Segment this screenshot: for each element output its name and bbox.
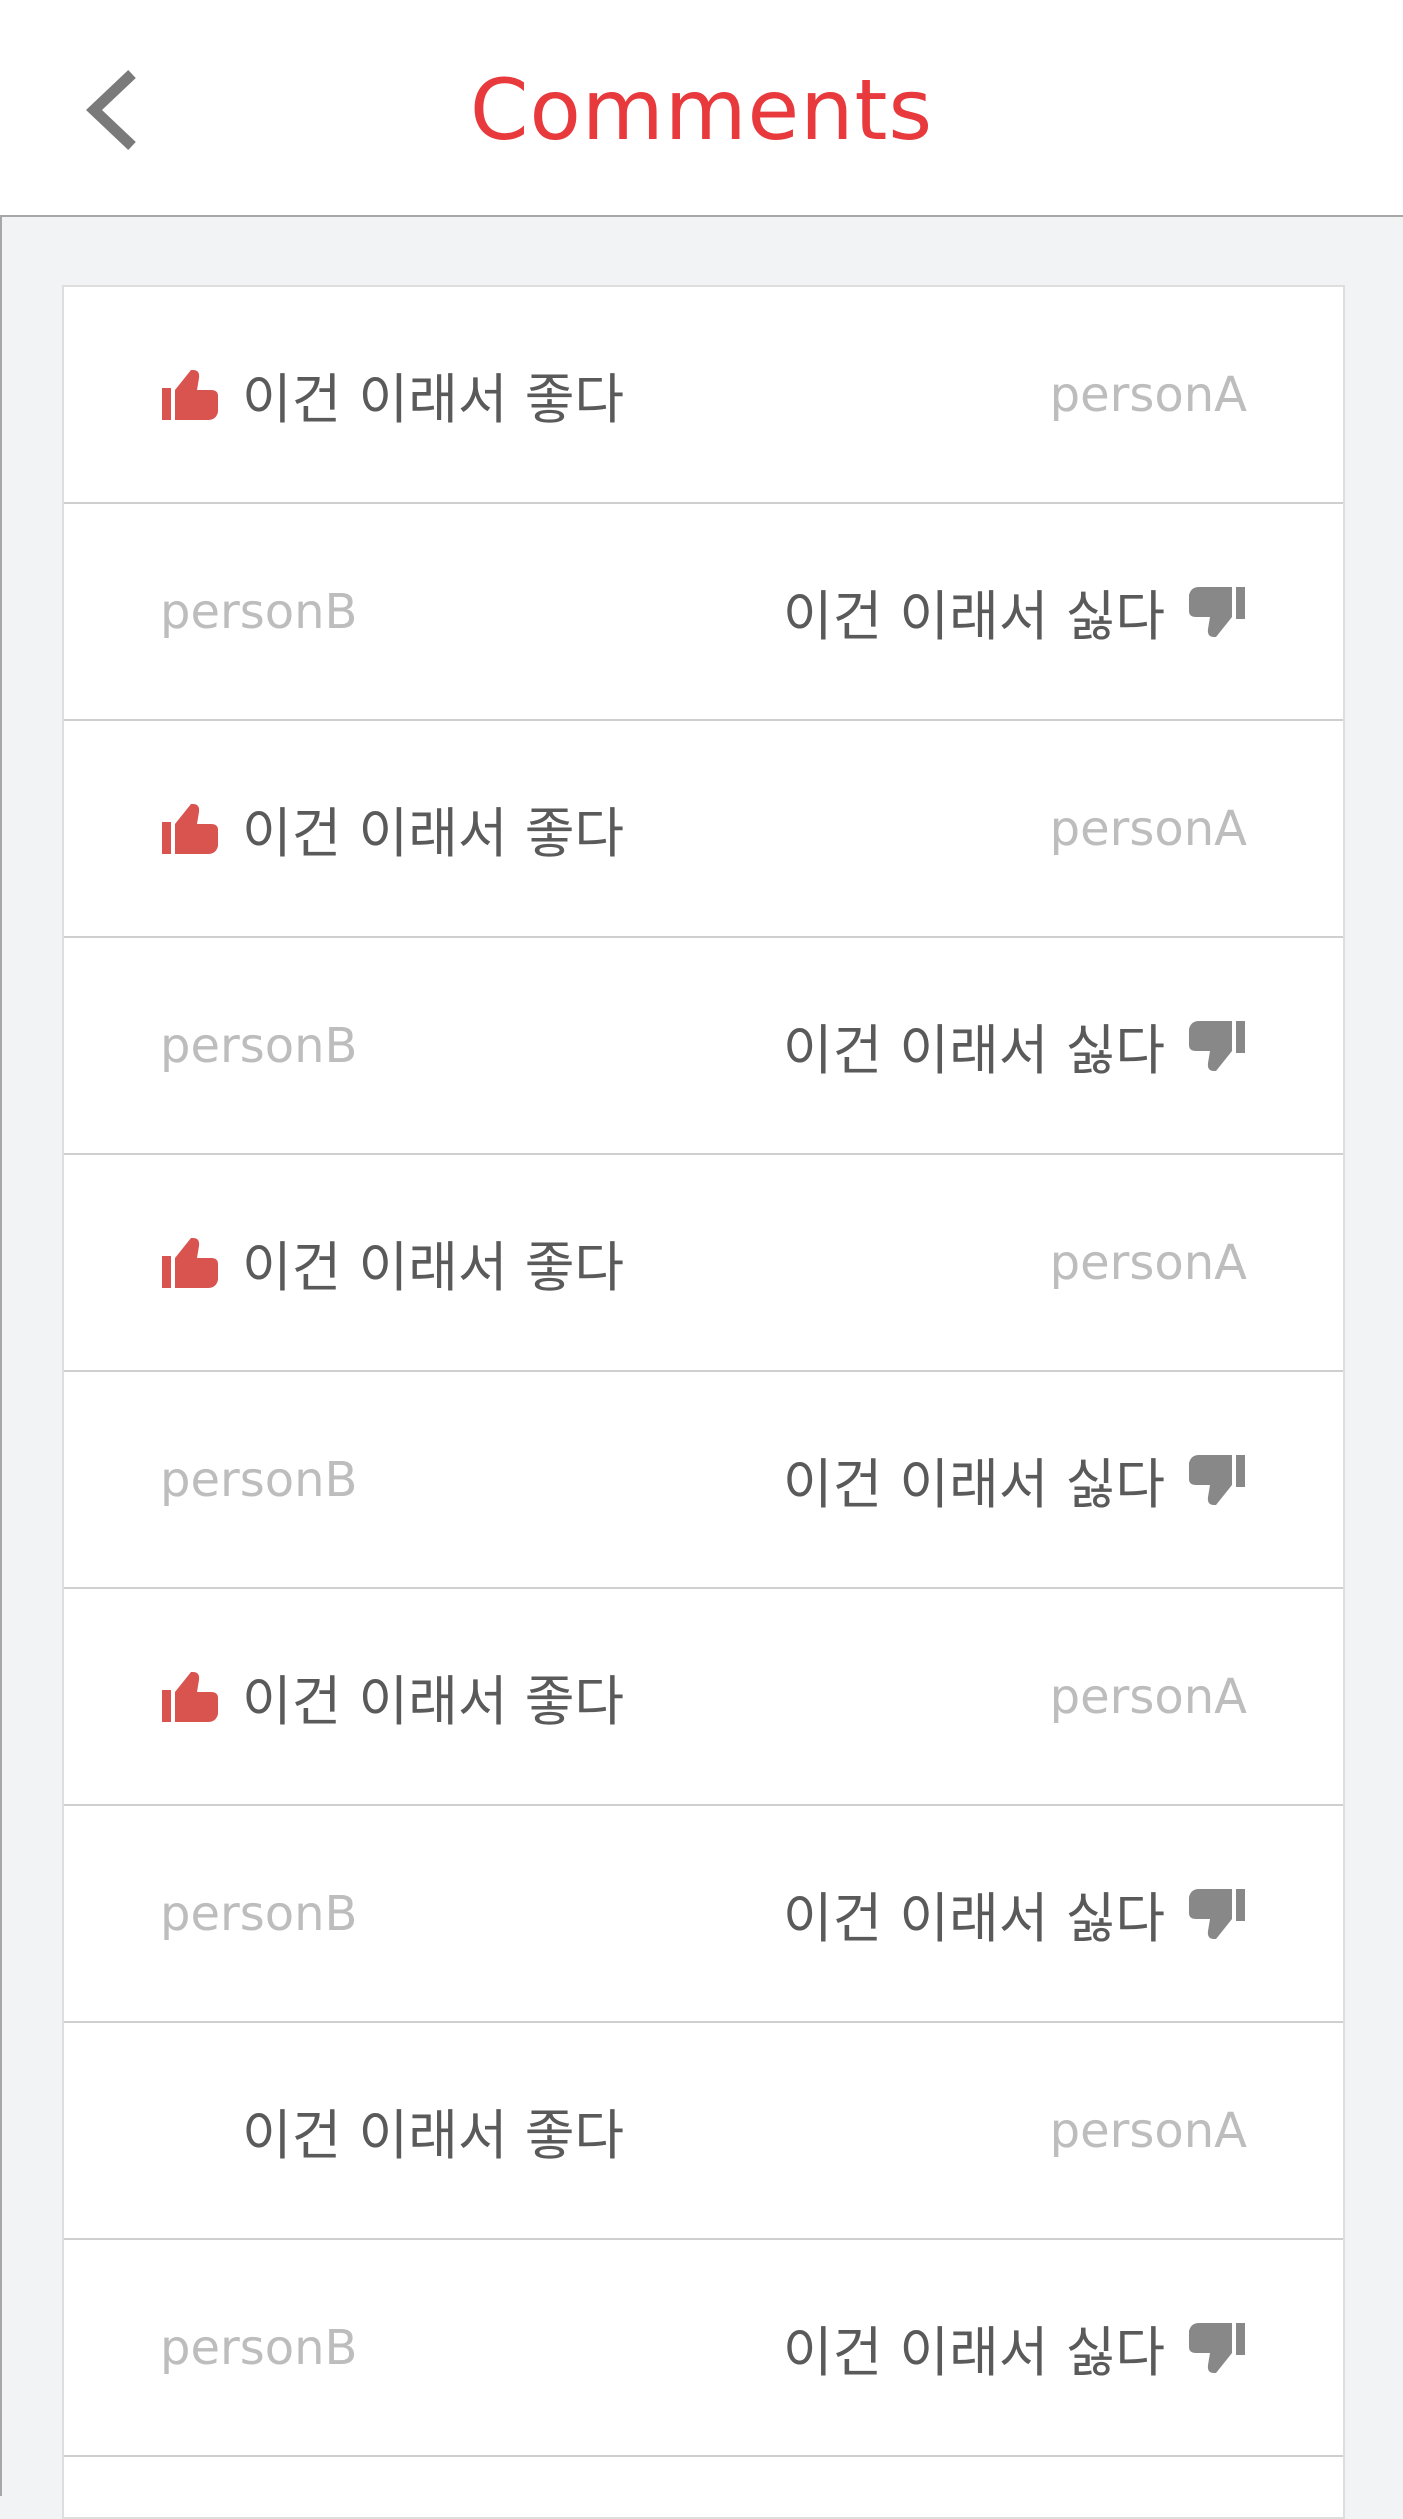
comment-row[interactable]: 이건 이래서 좋다 personA — [64, 1155, 1343, 1372]
thumbs-down-icon — [1187, 585, 1247, 639]
comment-content: 이건 이래서 싫다 — [783, 1806, 1247, 2021]
comment-row[interactable]: 이건 이래서 싫다 personB — [64, 2240, 1343, 2457]
comment-content: 이건 이래서 좋다 — [160, 287, 624, 502]
comment-text: 이건 이래서 좋다 — [242, 2104, 625, 2167]
comment-author: personB — [160, 1451, 358, 1508]
comment-row[interactable]: 이건 이래서 싫다 personB — [64, 1806, 1343, 2023]
comment-row[interactable]: 이건 이래서 좋다 personA — [64, 2023, 1343, 2240]
comment-row[interactable]: 이건 이래서 좋다 personA — [64, 287, 1343, 504]
comment-text: 이건 이래서 싫다 — [782, 585, 1165, 648]
comment-content: 이건 이래서 싫다 — [783, 1372, 1247, 1587]
comment-author: personA — [1049, 1234, 1247, 1291]
comment-text: 이건 이래서 싫다 — [782, 1019, 1165, 1082]
comment-text: 이건 이래서 싫다 — [782, 1887, 1165, 1950]
thumbs-down-icon — [1187, 1453, 1247, 1507]
comment-author: personB — [160, 1885, 358, 1942]
comment-text: 이건 이래서 좋다 — [242, 1236, 625, 1299]
page-title: Comments — [469, 61, 934, 159]
comment-author: personA — [1049, 800, 1247, 857]
comments-panel: 이건 이래서 좋다 personA 이건 이래서 싫다 personB 이건 이래서 좋… — [0, 217, 1403, 2519]
thumbs-up-icon — [160, 1670, 220, 1724]
comment-content: 이건 이래서 싫다 — [783, 504, 1247, 719]
comment-row[interactable]: 이건 이래서 좋다 personA — [64, 1589, 1343, 1806]
comment-row-partial[interactable] — [64, 2457, 1343, 2517]
app-header: Comments — [0, 0, 1403, 217]
comment-row[interactable]: 이건 이래서 싫다 personB — [64, 938, 1343, 1155]
thumbs-up-icon — [160, 368, 220, 422]
comment-text: 이건 이래서 싫다 — [782, 2321, 1165, 2384]
thumbs-up-icon — [160, 1236, 220, 1290]
comment-row[interactable]: 이건 이래서 싫다 personB — [64, 1372, 1343, 1589]
comment-row[interactable]: 이건 이래서 싫다 personB — [64, 504, 1343, 721]
comment-content: 이건 이래서 싫다 — [783, 2240, 1247, 2455]
thumbs-down-icon — [1187, 2321, 1247, 2375]
comment-list: 이건 이래서 좋다 personA 이건 이래서 싫다 personB 이건 이래서 좋… — [62, 285, 1345, 2519]
thumbs-up-icon — [160, 802, 220, 856]
comment-text: 이건 이래서 좋다 — [242, 368, 625, 431]
comment-text: 이건 이래서 싫다 — [782, 1453, 1165, 1516]
comment-content: 이건 이래서 싫다 — [783, 938, 1247, 1153]
comment-author: personA — [1049, 366, 1247, 423]
comment-text: 이건 이래서 좋다 — [242, 1670, 625, 1733]
comment-author: personA — [1049, 2102, 1247, 2159]
comment-content: 이건 이래서 좋다 — [160, 1589, 624, 1804]
comment-content: 이건 이래서 좋다 — [160, 721, 624, 936]
comment-author: personB — [160, 1017, 358, 1074]
comment-content: 이건 이래서 좋다 — [160, 2023, 624, 2238]
thumbs-down-icon — [1187, 1019, 1247, 1073]
comment-author: personB — [160, 2319, 358, 2376]
comment-row[interactable]: 이건 이래서 좋다 personA — [64, 721, 1343, 938]
comment-author: personB — [160, 583, 358, 640]
comment-text: 이건 이래서 좋다 — [242, 802, 625, 865]
comment-author: personA — [1049, 1668, 1247, 1725]
thumbs-down-icon — [1187, 1887, 1247, 1941]
comment-content: 이건 이래서 좋다 — [160, 1155, 624, 1370]
